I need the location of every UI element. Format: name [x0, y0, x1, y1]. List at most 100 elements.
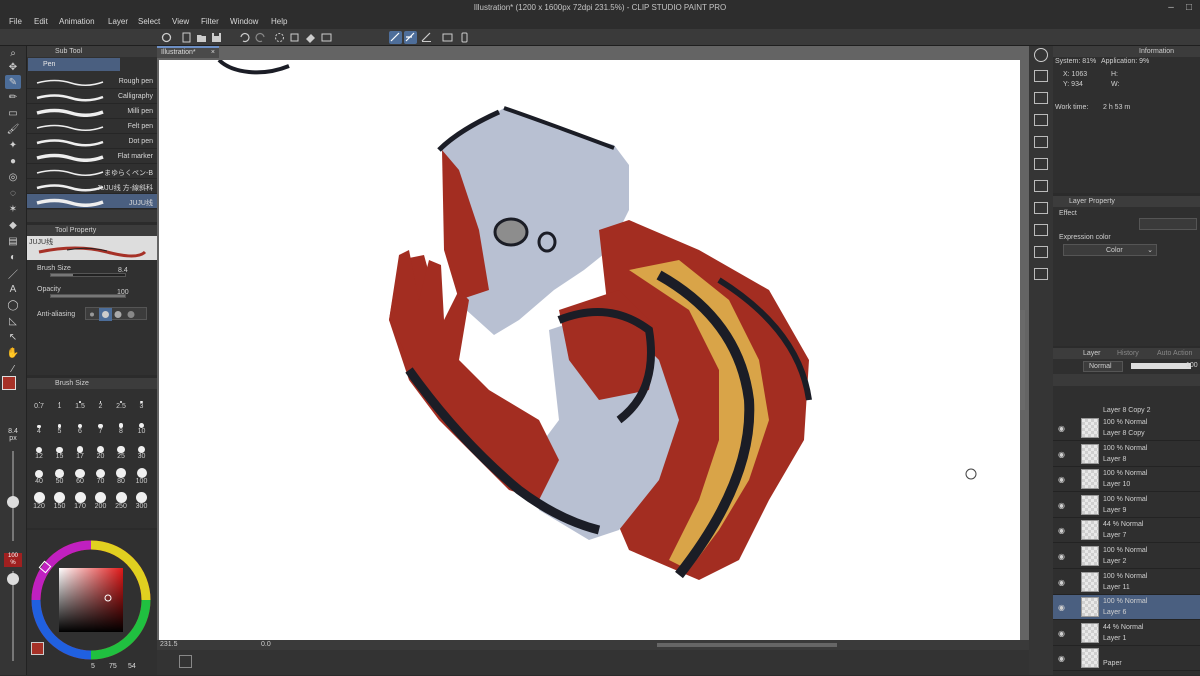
- opacity-slider-handle[interactable]: [7, 573, 19, 585]
- smartphone-icon[interactable]: [458, 31, 471, 44]
- brush-size-preset[interactable]: 4: [29, 417, 49, 436]
- ruler-icon[interactable]: [441, 31, 454, 44]
- deselect-icon[interactable]: [320, 31, 333, 44]
- brush-size-preset[interactable]: 0.7: [29, 392, 49, 411]
- subtool-brush-item[interactable]: JUJU线: [27, 194, 157, 209]
- sub-view-icon[interactable]: [1034, 70, 1048, 82]
- angle-value[interactable]: 0.0: [261, 641, 271, 648]
- brush-size-preset[interactable]: 20: [91, 442, 111, 461]
- pen-tool-icon[interactable]: ✎: [5, 75, 21, 89]
- undo-icon[interactable]: [238, 31, 251, 44]
- eye-icon[interactable]: ◉: [1058, 475, 1065, 484]
- horizontal-scrollbar[interactable]: [657, 643, 837, 647]
- subtool-brush-item[interactable]: まゆらくペン-B: [27, 164, 157, 179]
- brush-size-preset[interactable]: 300: [132, 492, 152, 511]
- brush-size-preset[interactable]: 150: [50, 492, 70, 511]
- brush-size-preset[interactable]: 6: [70, 417, 90, 436]
- eye-icon[interactable]: ◉: [1058, 526, 1065, 535]
- menu-file[interactable]: File: [9, 17, 22, 26]
- zoom-tool-icon[interactable]: ⌕: [5, 46, 21, 60]
- opacity-slider[interactable]: [50, 294, 126, 298]
- layer-row[interactable]: ◉ 44 % Normal Layer 7: [1053, 518, 1200, 544]
- figure-tool-icon[interactable]: ◐: [5, 250, 21, 264]
- blend-mode-select[interactable]: Normal: [1083, 361, 1123, 372]
- wheel-main-swatch[interactable]: [31, 642, 44, 655]
- brush-size-preset[interactable]: 250: [111, 492, 131, 511]
- tab-layer[interactable]: Layer: [1083, 350, 1101, 357]
- material-icon[interactable]: [1034, 92, 1048, 104]
- layer-row[interactable]: ◉ 100 % Normal Layer 2: [1053, 544, 1200, 569]
- material-body-icon[interactable]: [1034, 246, 1048, 258]
- material-color-icon[interactable]: [1034, 136, 1048, 148]
- text-tool-icon[interactable]: A: [5, 282, 21, 296]
- timeline-icon[interactable]: [179, 655, 192, 668]
- brush-size-preset[interactable]: 170: [70, 492, 90, 511]
- magic-wand-icon[interactable]: ✶: [5, 202, 21, 216]
- decoration-tool-icon[interactable]: ✦: [5, 138, 21, 152]
- eye-icon[interactable]: ◉: [1058, 424, 1065, 433]
- brush-size-preset[interactable]: 7: [91, 417, 111, 436]
- eye-icon[interactable]: ◉: [1058, 501, 1065, 510]
- material-pattern-icon[interactable]: [1034, 224, 1048, 236]
- clear-icon[interactable]: [273, 31, 286, 44]
- brush-size-preset[interactable]: 80: [111, 467, 131, 486]
- fill-icon[interactable]: [304, 31, 317, 44]
- brush-size-preset[interactable]: 1: [50, 392, 70, 411]
- subtool-brush-item[interactable]: Dot pen: [27, 134, 157, 149]
- eraser-tool-icon[interactable]: ▭: [5, 106, 21, 120]
- menu-view[interactable]: View: [172, 17, 189, 26]
- balloon-tool-icon[interactable]: ◯: [5, 298, 21, 312]
- eye-icon[interactable]: ◉: [1058, 552, 1065, 561]
- zoom-value[interactable]: 231.5: [160, 641, 178, 648]
- brush-size-preset[interactable]: 40: [29, 467, 49, 486]
- brush-size-slider[interactable]: [50, 273, 126, 277]
- subtool-brush-item[interactable]: Rough pen: [27, 74, 157, 89]
- drawing-canvas[interactable]: [159, 60, 1020, 640]
- layer-opacity-slider[interactable]: [1131, 363, 1191, 369]
- brush-tool-icon[interactable]: 🖌: [5, 122, 21, 136]
- brush-size-preset[interactable]: 2: [91, 392, 111, 411]
- material-image-icon[interactable]: [1034, 202, 1048, 214]
- layer-row[interactable]: ◉ 100 % Normal Layer 11: [1053, 570, 1200, 595]
- brush-size-preset[interactable]: 12: [29, 442, 49, 461]
- menu-animation[interactable]: Animation: [59, 17, 95, 26]
- eye-icon[interactable]: ◉: [1058, 450, 1065, 459]
- brush-size-preset[interactable]: 200: [91, 492, 111, 511]
- size-slider-handle[interactable]: [7, 496, 19, 508]
- brush-size-preset[interactable]: 25: [111, 442, 131, 461]
- pencil-tool-icon[interactable]: ✏: [5, 90, 21, 104]
- save-icon[interactable]: [210, 31, 223, 44]
- brush-size-preset[interactable]: 8: [111, 417, 131, 436]
- eye-icon[interactable]: ◉: [1058, 629, 1065, 638]
- layer-row[interactable]: ◉ 100 % Normal Layer 6: [1053, 595, 1200, 621]
- brush-size-preset[interactable]: 10: [132, 417, 152, 436]
- tab-history[interactable]: History: [1117, 350, 1139, 357]
- lasso-tool-icon[interactable]: ◌: [5, 186, 21, 200]
- menu-help[interactable]: Help: [271, 17, 287, 26]
- brush-size-preset[interactable]: 17: [70, 442, 90, 461]
- tab-auto-action[interactable]: Auto Action: [1157, 350, 1192, 357]
- main-color-swatch[interactable]: [2, 376, 16, 390]
- layer-row[interactable]: ◉ 44 % Normal Layer 1: [1053, 621, 1200, 646]
- eye-icon[interactable]: ◉: [1058, 654, 1065, 663]
- snap-grid-icon[interactable]: [404, 31, 417, 44]
- subtool-brush-item[interactable]: Felt pen: [27, 119, 157, 134]
- layer-row[interactable]: ◉ 100 % Normal Layer 8 Copy: [1053, 416, 1200, 441]
- brush-size-preset[interactable]: 3: [132, 392, 152, 411]
- brush-size-preset[interactable]: 100: [132, 467, 152, 486]
- vertical-scrollbar[interactable]: [1020, 310, 1025, 410]
- subtool-brush-item[interactable]: Flat marker: [27, 149, 157, 164]
- blend-tool-icon[interactable]: ●: [5, 154, 21, 168]
- object-tool-icon[interactable]: ↖: [5, 330, 21, 344]
- snap-point-icon[interactable]: [420, 31, 433, 44]
- fill-tool-icon[interactable]: ◆: [5, 218, 21, 232]
- eye-icon[interactable]: ◉: [1058, 578, 1065, 587]
- layer-row[interactable]: ◉ 100 % Normal Layer 8: [1053, 442, 1200, 467]
- layer-row[interactable]: ◉ 100 % Normal Layer 10: [1053, 467, 1200, 493]
- eyedropper-tool-icon[interactable]: ⁄: [5, 362, 21, 376]
- document-tab[interactable]: Illustration* ×: [157, 46, 219, 58]
- open-folder-icon[interactable]: [195, 31, 208, 44]
- layer-row[interactable]: ◉ 100 % Normal Layer 9: [1053, 493, 1200, 518]
- subtool-brush-item[interactable]: Calligraphy: [27, 89, 157, 104]
- brush-size-preset[interactable]: 30: [132, 442, 152, 461]
